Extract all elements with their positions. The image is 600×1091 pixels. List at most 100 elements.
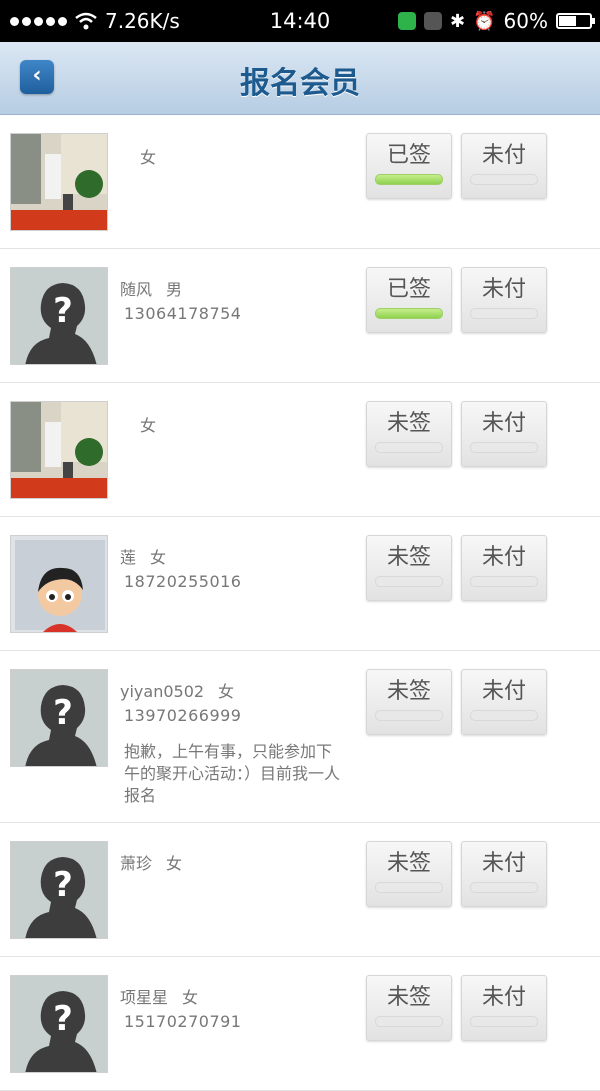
app-icon [424,12,443,30]
pay-status-button-label: 未付 [481,411,526,436]
member-name: yiyan0502 [120,682,205,701]
member-name-line: 萧珍女 [120,853,350,875]
member-row[interactable]: 莲女 18720255016 未签 未付 [0,517,600,651]
member-phone: 15170270791 [124,1012,242,1031]
member-name: 项星星 [120,988,169,1007]
member-note: 抱歉，上午有事，只能参加下午的聚开心活动：）目前我一人报名 [124,742,341,805]
status-indicator-bar [375,174,443,185]
member-phone: 13970266999 [124,706,242,725]
status-bar: 7.26K/s 14:40 ✱ ⏰ 60% [0,0,600,42]
avatar [10,133,108,231]
battery-icon [556,13,595,29]
status-indicator-bar [375,442,443,453]
member-row[interactable]: 女 已签 未付 [0,115,600,249]
nav-header: ‹ 报名会员 [0,42,600,115]
member-info: yiyan0502 女 13970266999 抱歉，上午有事，只能参加下午的聚开心活… [120,681,350,807]
member-row[interactable]: ? yiyan0502 女 13970266999 抱歉，上午有事，只能参加下午的聚开心… [0,651,600,823]
pay-status-button[interactable]: 未付 [461,841,547,907]
status-indicator-bar [375,882,443,893]
status-indicator-bar [470,174,538,185]
member-info: 项星星女 15170270791 [120,987,350,1033]
member-info: 莲女 18720255016 [120,547,350,593]
svg-text:?: ? [53,291,73,331]
pay-status-button[interactable]: 未付 [461,669,547,735]
alarm-icon: ⏰ [473,10,496,32]
page-title: 报名会员 [240,66,360,101]
sign-status-button[interactable]: 未签 [366,975,452,1041]
member-gender: 女 [182,988,199,1007]
pay-status-button[interactable]: 未付 [461,401,547,467]
member-gender: 女 [166,854,183,873]
avatar [10,401,108,499]
pay-status-button[interactable]: 未付 [461,975,547,1041]
member-row[interactable]: 女 未签 未付 [0,383,600,517]
member-name-line: 女 [120,147,350,169]
member-phone: 18720255016 [124,572,242,591]
sign-status-button-label: 已签 [386,143,431,168]
member-phone: 13064178754 [124,304,242,323]
member-info: 随风男 13064178754 [120,279,350,325]
pay-status-button[interactable]: 未付 [461,535,547,601]
member-gender: 女 [150,548,167,567]
sign-status-button[interactable]: 未签 [366,669,452,735]
svg-text:?: ? [53,999,73,1039]
sign-status-button[interactable]: 未签 [366,401,452,467]
status-indicator-bar [470,1016,538,1027]
status-indicator-bar [470,710,538,721]
member-list: 女已签 未付? 随风男 13064178754 已签 未付女未签 未付莲女 187202550… [0,115,600,1091]
pay-status-button[interactable]: 未付 [461,133,547,199]
sign-status-button[interactable]: 未签 [366,535,452,601]
pay-status-button-label: 未付 [481,545,526,570]
pay-status-button-label: 未付 [481,679,526,704]
member-row[interactable]: ? 项星星女 15170270791 未签 未付 [0,957,600,1091]
sign-status-button-label: 未签 [386,679,431,704]
member-row[interactable]: ? 萧珍女 未签 未付 [0,823,600,957]
member-gender: 男 [166,280,183,299]
sign-status-button-label: 未签 [386,411,431,436]
sign-status-button[interactable]: 未签 [366,841,452,907]
member-name-line: yiyan0502 女 [120,681,350,703]
member-name-line: 莲女 [120,547,350,569]
avatar [10,535,108,633]
svg-text:?: ? [53,865,73,905]
status-indicator-bar [375,308,443,319]
sign-status-button-label: 未签 [386,851,431,876]
member-info: 萧珍女 [120,853,350,875]
sign-status-button-label: 已签 [386,277,431,302]
pay-status-button-label: 未付 [481,985,526,1010]
pay-status-button-label: 未付 [481,851,526,876]
member-gender: 女 [140,416,157,435]
member-row[interactable]: ? 随风男 13064178754 已签 未付 [0,249,600,383]
default-avatar-icon: ? [10,267,108,365]
shield-icon [398,12,417,30]
sign-status-button[interactable]: 已签 [366,267,452,333]
member-name: 萧珍 [120,854,153,873]
sign-status-button[interactable]: 已签 [366,133,452,199]
member-name-line: 项星星女 [120,987,350,1009]
member-info: 女 [120,147,350,169]
status-indicator-bar [375,1016,443,1027]
sign-status-button-label: 未签 [386,985,431,1010]
svg-text:?: ? [53,693,73,733]
member-info: 女 [120,415,350,437]
bluetooth-icon: ✱ [450,10,466,32]
status-indicator-bar [375,710,443,721]
status-indicator-bar [470,882,538,893]
status-indicator-bar [470,576,538,587]
member-name-line: 随风男 [120,279,350,301]
pay-status-button-label: 未付 [481,277,526,302]
member-gender: 女 [218,682,235,701]
member-gender: 女 [140,148,157,167]
default-avatar-icon: ? [10,669,108,767]
status-indicator-bar [375,576,443,587]
pay-status-button[interactable]: 未付 [461,267,547,333]
member-name: 莲 [120,548,137,567]
default-avatar-icon: ? [10,841,108,939]
pay-status-button-label: 未付 [481,143,526,168]
member-name-line: 女 [120,415,350,437]
battery-percent: 60% [503,9,548,33]
status-indicator-bar [470,442,538,453]
member-name: 随风 [120,280,153,299]
sign-status-button-label: 未签 [386,545,431,570]
status-indicator-bar [470,308,538,319]
